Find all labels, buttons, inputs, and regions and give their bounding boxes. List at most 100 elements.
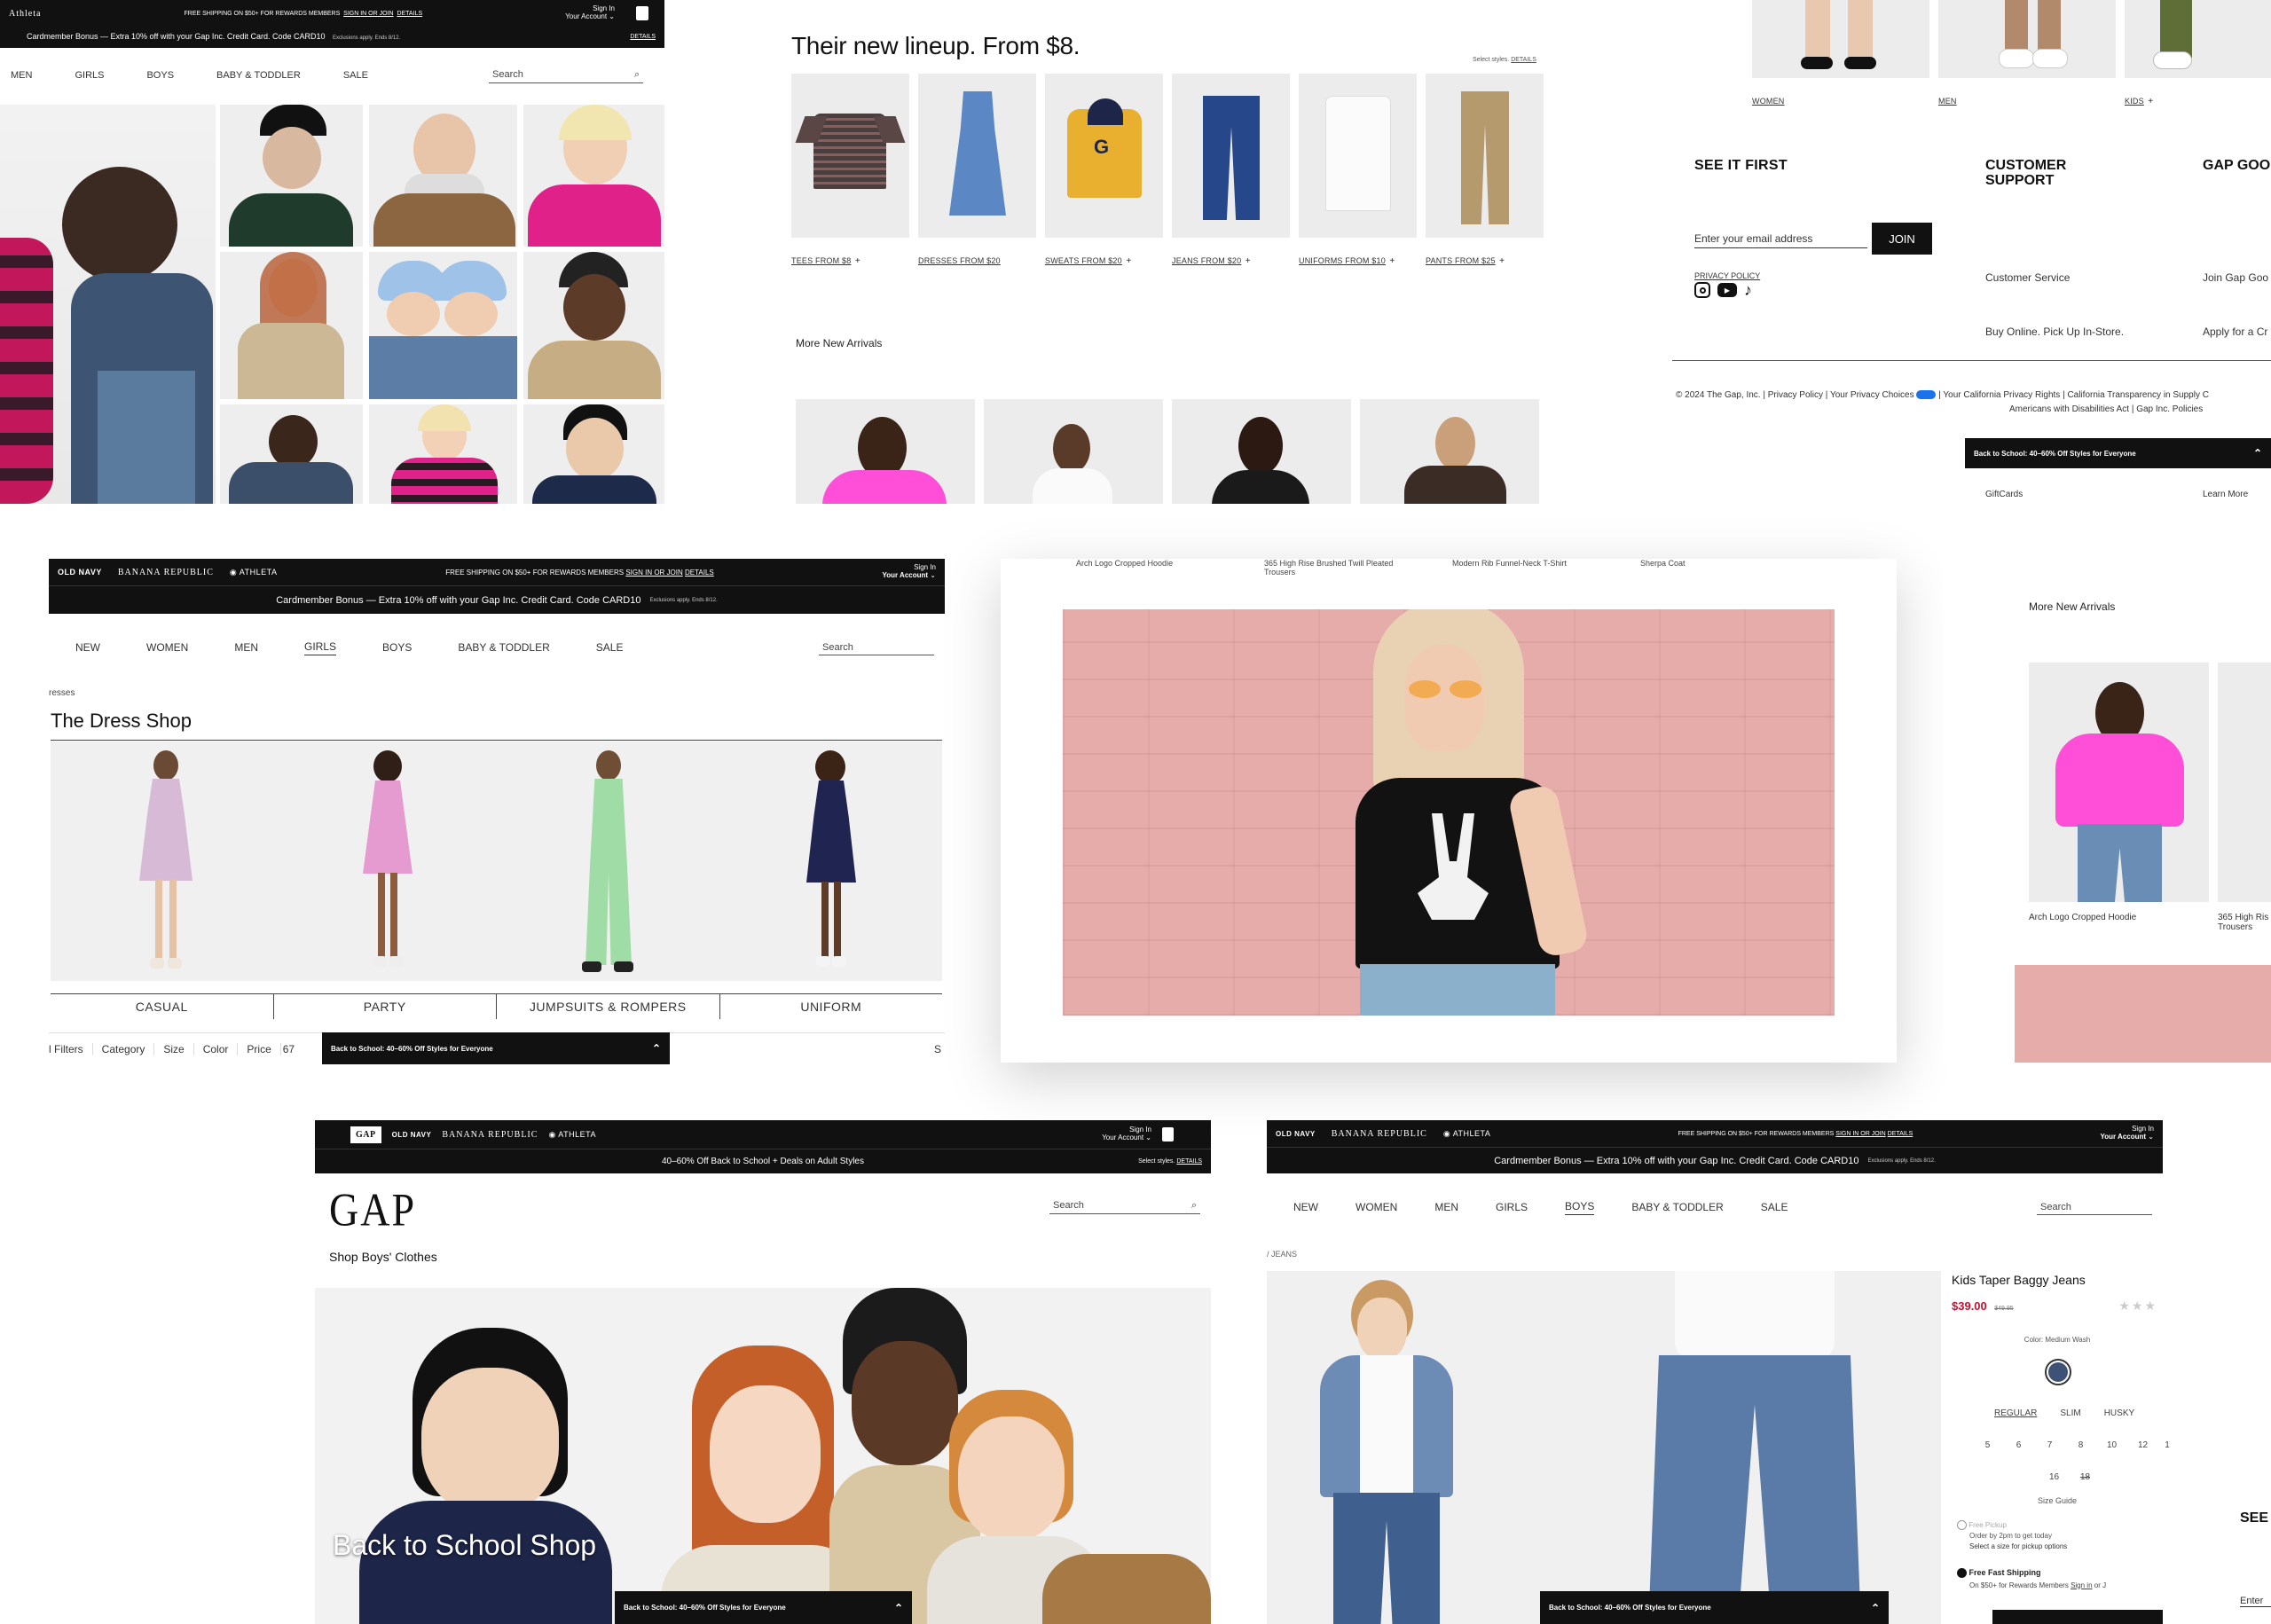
label-arch-hoodie[interactable]: Arch Logo Cropped Hoodie (1076, 559, 1173, 568)
category-kids[interactable]: KIDS + (2125, 0, 2271, 108)
giftcards-link[interactable]: GiftCards (1985, 490, 2023, 499)
buy-online-link[interactable]: Buy Online. Pick Up In-Store. (1985, 326, 2124, 338)
size-8[interactable]: 8 (2065, 1440, 2096, 1450)
chevron-up-icon[interactable]: ⌃ (894, 1602, 903, 1614)
size-10[interactable]: 10 (2096, 1440, 2127, 1450)
filter-all[interactable]: l Filters (49, 1042, 93, 1055)
account-menu[interactable]: Sign In Your Account ⌄ (565, 4, 615, 21)
privacy-policy-link[interactable]: PRIVACY POLICY (1694, 271, 1760, 280)
hero-image[interactable]: Back to School Shop (315, 1288, 1211, 1624)
label-funnel-neck[interactable]: Modern Rib Funnel-Neck T-Shirt (1452, 559, 1567, 568)
customer-service-link[interactable]: Customer Service (1985, 271, 2070, 284)
privacy-choices-icon[interactable] (1916, 390, 1937, 400)
size-5[interactable]: 5 (1972, 1440, 2003, 1450)
product-card-jeans[interactable]: JEANS FROM $20 + (1172, 74, 1290, 268)
apply-card-link[interactable]: Apply for a Cr (2203, 326, 2267, 338)
color-swatch-medium-wash[interactable] (2045, 1359, 2071, 1385)
category-uniform[interactable]: UNIFORM (720, 994, 943, 1019)
nav-women[interactable]: WOMEN (146, 641, 188, 654)
tiktok-icon[interactable]: ♪ (1744, 282, 1752, 298)
nav-men[interactable]: MEN (11, 70, 32, 81)
brand-gap-small[interactable]: GAP (350, 1126, 381, 1143)
nav-baby-toddler[interactable]: BABY & TODDLER (1631, 1201, 1723, 1213)
filter-color[interactable]: Color (194, 1042, 239, 1055)
signin-link[interactable]: SIGN IN OR JOIN (1835, 1131, 1885, 1137)
photo-girl-striped[interactable] (369, 404, 517, 504)
details-link[interactable]: DETAILS (1888, 1131, 1913, 1137)
radio-pickup-icon[interactable] (1957, 1520, 1967, 1531)
details-link[interactable]: DETAILS (1511, 57, 1536, 63)
radio-shipping-icon[interactable] (1957, 1568, 1967, 1579)
brand-old-navy[interactable]: OLD NAVY (392, 1131, 432, 1139)
arrival-sherpa[interactable] (1360, 399, 1539, 504)
shopping-bag-icon[interactable] (1162, 1127, 1174, 1142)
arrival-pink-banner[interactable] (2015, 965, 2271, 1063)
rating-stars[interactable]: ★★★ (2118, 1298, 2157, 1314)
details-link-2[interactable]: DETAILS (630, 34, 656, 40)
back-to-school-bar[interactable]: Back to School: 40–60% Off Styles for Ev… (322, 1032, 670, 1064)
copyright-text-2[interactable]: | Your California Privacy Rights | Calif… (1938, 390, 2209, 400)
nav-new[interactable]: NEW (1293, 1201, 1318, 1213)
nav-baby-toddler[interactable]: BABY & TODDLER (216, 70, 301, 81)
shopping-bag-icon[interactable] (636, 6, 648, 20)
search-input[interactable]: Search ⌕ (489, 67, 643, 83)
search-icon[interactable]: ⌕ (1191, 1200, 1197, 1212)
arrival-image-hoodie[interactable] (2029, 663, 2209, 902)
details-link[interactable]: DETAILS (397, 11, 422, 17)
nav-boys[interactable]: BOYS (146, 70, 174, 81)
model-party[interactable] (361, 750, 414, 981)
fit-husky[interactable]: HUSKY (2104, 1408, 2134, 1418)
back-to-school-bar[interactable]: Back to School: 40–60% Off Styles for Ev… (1540, 1591, 1889, 1624)
signin-link[interactable]: SIGN IN OR JOIN (343, 11, 393, 17)
photo-boy-tan-jacket[interactable] (369, 105, 517, 247)
arrival-label-hoodie[interactable]: Arch Logo Cropped Hoodie (2029, 913, 2209, 922)
add-to-bag-button[interactable] (1992, 1610, 2163, 1624)
product-image-sweat[interactable]: G (1045, 74, 1163, 238)
breadcrumb[interactable]: / JEANS (1267, 1250, 1297, 1259)
filter-category[interactable]: Category (93, 1042, 155, 1055)
brand-banana-republic[interactable]: BANANA REPUBLIC (118, 568, 214, 577)
product-image-pants[interactable] (1426, 74, 1544, 238)
category-party[interactable]: PARTY (274, 994, 497, 1019)
product-card-dresses[interactable]: DRESSES FROM $20 (918, 74, 1036, 268)
brand-banana-republic[interactable]: BANANA REPUBLIC (1332, 1129, 1427, 1139)
photo-boy-laughing[interactable] (0, 105, 216, 504)
category-casual[interactable]: CASUAL (51, 994, 274, 1019)
filter-size[interactable]: Size (154, 1042, 194, 1055)
nav-sale[interactable]: SALE (343, 70, 368, 81)
product-card-tees[interactable]: TEES FROM $8 + (791, 74, 909, 268)
product-photo[interactable] (1267, 1271, 1941, 1624)
email-field[interactable]: Enter your email address (1694, 232, 1867, 248)
chevron-up-icon[interactable]: ⌃ (1871, 1602, 1880, 1614)
hero-text[interactable]: Back to School Shop (333, 1529, 596, 1562)
product-label-pants[interactable]: PANTS FROM $25 (1426, 256, 1496, 265)
product-image-jeans[interactable] (1172, 74, 1290, 238)
model-jumpsuit[interactable] (578, 750, 640, 981)
fit-slim[interactable]: SLIM (2060, 1408, 2080, 1418)
nav-boys[interactable]: BOYS (1565, 1200, 1595, 1215)
arrival-image-trousers[interactable] (2218, 663, 2271, 902)
join-button[interactable]: JOIN (1872, 223, 1932, 255)
account-menu[interactable]: Sign In Your Account ⌄ (1102, 1126, 1151, 1142)
gap-logo[interactable]: GAP (329, 1182, 416, 1236)
search-input[interactable]: Search (819, 640, 934, 655)
category-jumpsuits[interactable]: JUMPSUITS & ROMPERS (497, 994, 720, 1019)
youtube-icon[interactable]: ▶ (1717, 283, 1737, 297)
breadcrumb[interactable]: resses (49, 688, 75, 698)
category-label-men[interactable]: MEN (1938, 97, 1957, 106)
nav-men[interactable]: MEN (1434, 1201, 1458, 1213)
join-gap-good-link[interactable]: Join Gap Goo (2203, 271, 2268, 284)
instagram-icon[interactable] (1694, 282, 1710, 298)
email-partial[interactable]: Enter (2240, 1596, 2271, 1607)
hero-image[interactable] (1063, 609, 1835, 1016)
arrival-black-top[interactable] (1172, 399, 1351, 504)
back-to-school-bar[interactable]: Back to School: 40–60% Off Styles for Ev… (615, 1591, 912, 1624)
label-sherpa-coat[interactable]: Sherpa Coat (1640, 559, 1686, 568)
product-label-tees[interactable]: TEES FROM $8 (791, 256, 851, 265)
sign-in-link[interactable]: Sign in (2071, 1581, 2092, 1589)
arrival-card-trousers[interactable]: 365 High Ris Trousers (2218, 663, 2271, 932)
filter-price[interactable]: Price (238, 1042, 281, 1055)
product-image-dress[interactable] (918, 74, 1036, 238)
nav-sale[interactable]: SALE (1761, 1201, 1788, 1213)
nav-men[interactable]: MEN (234, 641, 258, 654)
